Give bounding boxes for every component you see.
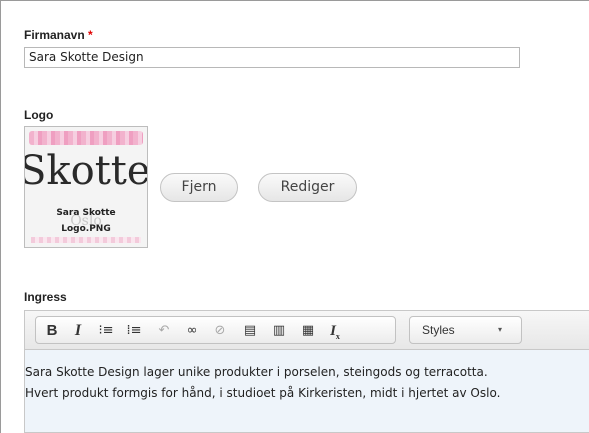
link-icon[interactable]: ∞ <box>182 321 202 341</box>
rich-text-editor: B I ⁝≡ ⁞≡ ↶ ∞ ⊘ ▤ ▥ ▦ Ix Styles ▾ Sara S… <box>24 310 589 433</box>
logo-image-text: Skotte D <box>24 148 148 194</box>
unlink-icon[interactable]: ⊘ <box>210 321 230 341</box>
logo-file-name-line1: Sara Skotte <box>56 208 116 218</box>
toolbar-button-group: B I ⁝≡ ⁞≡ ↶ ∞ ⊘ ▤ ▥ ▦ Ix <box>35 316 396 344</box>
logo-file-name: Sara Skotte Logo.PNG <box>25 205 147 237</box>
styles-dropdown[interactable]: Styles ▾ <box>409 316 522 344</box>
logo-pink-bottom-decoration <box>31 237 141 243</box>
ingress-paragraph-line: Sara Skotte Design lager unike produkter… <box>25 365 488 379</box>
paste-word-icon[interactable]: ▦ <box>298 321 318 341</box>
paste-icon[interactable]: ▤ <box>240 321 260 341</box>
company-name-input[interactable]: Sara Skotte Design <box>24 47 520 68</box>
ingress-label: Ingress <box>24 290 67 304</box>
bulleted-list-icon[interactable]: ⁝≡ <box>96 321 116 341</box>
ingress-paragraph-line: Hvert produkt formgis for hånd, i studio… <box>25 386 501 400</box>
editor-toolbar: B I ⁝≡ ⁞≡ ↶ ∞ ⊘ ▤ ▥ ▦ Ix Styles ▾ <box>25 311 589 350</box>
bold-icon[interactable]: B <box>42 321 62 341</box>
company-name-label-text: Firmanavn <box>24 28 85 42</box>
styles-dropdown-label: Styles <box>422 323 455 337</box>
logo-thumbnail[interactable]: Skotte D Oslo Sara Skotte Logo.PNG <box>24 126 148 248</box>
required-marker: * <box>88 28 93 42</box>
frame-left-border <box>0 0 1 433</box>
edit-logo-button[interactable]: Rediger <box>258 173 357 202</box>
logo-file-name-line2: Logo.PNG <box>61 224 111 234</box>
paste-text-icon[interactable]: ▥ <box>269 321 289 341</box>
italic-icon[interactable]: I <box>68 321 88 341</box>
numbered-list-icon[interactable]: ⁞≡ <box>124 321 144 341</box>
logo-label: Logo <box>24 108 54 122</box>
remove-logo-button[interactable]: Fjern <box>160 173 238 202</box>
chevron-down-icon: ▾ <box>498 325 503 334</box>
editor-content-area[interactable]: Sara Skotte Design lager unike produkter… <box>25 350 589 432</box>
frame-top-border <box>0 0 589 1</box>
undo-icon[interactable]: ↶ <box>154 321 174 341</box>
logo-pink-decoration <box>29 131 143 145</box>
remove-format-icon[interactable]: Ix <box>325 321 345 341</box>
company-name-label: Firmanavn * <box>24 28 93 42</box>
